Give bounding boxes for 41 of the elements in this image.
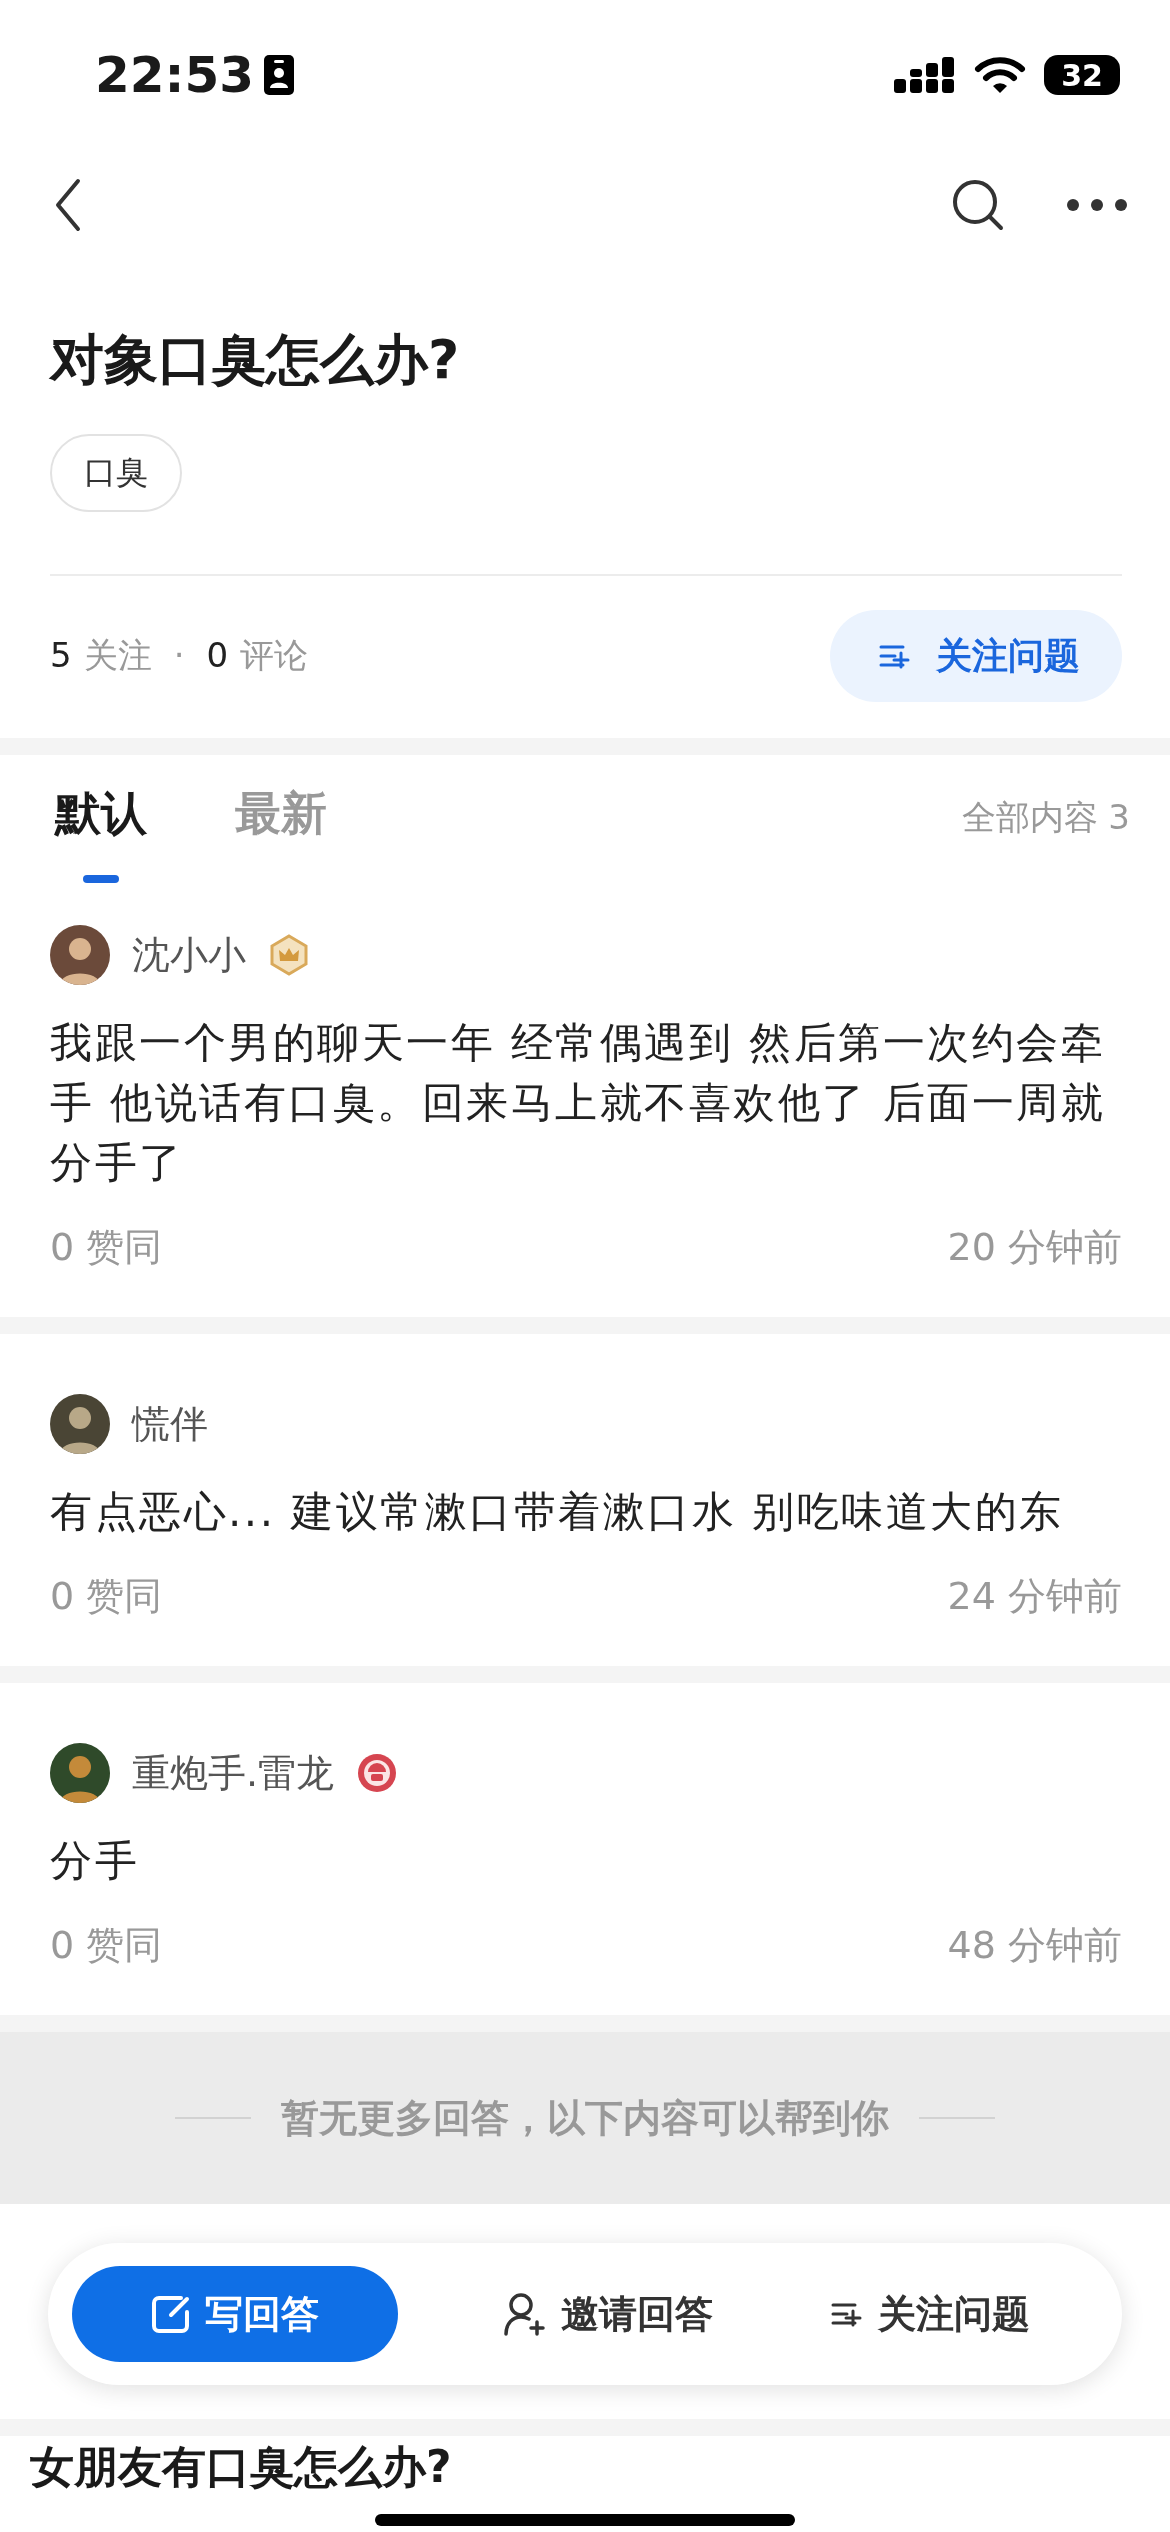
sort-tab[interactable]: 默认	[55, 783, 147, 883]
content-count: 全部内容 3	[961, 796, 1130, 839]
topic-tag[interactable]: 口臭	[50, 434, 182, 512]
answer-text[interactable]: 有点恶心... 建议常漱口带着漱口水 别吃味道大的东	[50, 1482, 1122, 1542]
post-time: 48 分钟前	[947, 1922, 1122, 1969]
follower-label: 关注	[83, 634, 152, 677]
separator-dot: ·	[173, 635, 185, 675]
helmet-badge-icon	[356, 1752, 399, 1794]
clock: 22:53	[95, 46, 255, 104]
answer-text[interactable]: 我跟一个男的聊天一年 经常偶遇到 然后第一次约会牵手 他说话有口臭。回来马上就不喜欢他了 后面一周就分手了	[50, 1013, 1122, 1193]
related-question-title[interactable]: 女朋友有口臭怎么办?	[30, 2442, 1122, 2492]
signal-icon	[894, 55, 956, 95]
follow-question-button[interactable]: 关注问题	[818, 2266, 1042, 2362]
comment-count: 0	[206, 635, 229, 675]
battery-level: 32	[1061, 57, 1103, 93]
more-icon[interactable]	[1066, 198, 1128, 212]
author-name[interactable]: 沈小小	[132, 929, 246, 981]
wifi-icon	[974, 55, 1026, 95]
upvote-count: 0 赞同	[50, 1573, 163, 1620]
search-icon[interactable]	[952, 179, 1004, 231]
end-notice-text: 暂无更多回答，以下内容可以帮到你	[281, 2094, 889, 2142]
upvote-count: 0 赞同	[50, 1224, 163, 1271]
invite-answer-button[interactable]: 邀请回答	[491, 2266, 725, 2362]
back-icon[interactable]	[55, 178, 81, 232]
answer-text[interactable]: 分手	[50, 1831, 1122, 1891]
person-add-icon	[503, 2292, 547, 2336]
avatar[interactable]	[50, 1394, 110, 1454]
author-name[interactable]: 慌伴	[132, 1398, 208, 1450]
upvote-count: 0 赞同	[50, 1922, 163, 1969]
question-title: 对象口臭怎么办?	[50, 327, 461, 393]
author-name[interactable]: 重炮手.雷龙	[132, 1747, 335, 1799]
crown-badge-icon	[268, 934, 310, 976]
post-time: 24 分钟前	[947, 1573, 1122, 1620]
id-card-icon	[264, 55, 295, 95]
avatar[interactable]	[50, 925, 110, 985]
write-answer-button[interactable]: 写回答	[72, 2266, 398, 2362]
follower-count: 5	[50, 635, 72, 675]
edit-icon	[151, 2294, 191, 2334]
post-time: 20 分钟前	[947, 1224, 1122, 1271]
avatar[interactable]	[50, 1743, 110, 1803]
follow-question-button[interactable]: 关注问题	[830, 610, 1122, 702]
